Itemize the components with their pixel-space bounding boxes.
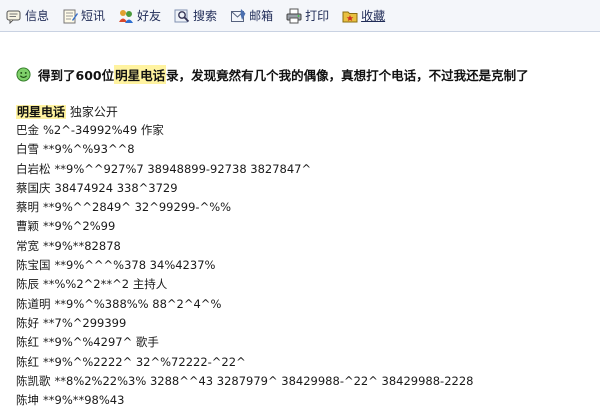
entry-info: **8%2%22%3% 3288^^43 3287979^ 38429988-^… xyxy=(54,373,474,388)
entry-name: 陈辰 xyxy=(16,277,39,292)
entry-name: 白岩松 xyxy=(16,161,51,176)
section-title-highlight: 明星电话 xyxy=(16,105,67,119)
toolbar-mailbox-button[interactable]: 邮箱 xyxy=(230,7,273,24)
toolbar-print-button[interactable]: 打印 xyxy=(286,7,329,24)
entry-name: 陈红 xyxy=(16,354,39,369)
toolbar-search-button[interactable]: 搜索 xyxy=(174,7,217,24)
list-item: 陈道明 **9%^%388%% 88^2^4^% xyxy=(16,295,473,314)
entry-name: 曹颖 xyxy=(16,219,39,234)
entry-info: **9%^%93^^8 xyxy=(43,142,135,157)
entry-name: 陈坤 xyxy=(16,393,39,408)
toolbar-print-label: 打印 xyxy=(305,9,330,23)
list-item: 蔡国庆 38474924 338^3729 xyxy=(16,179,473,198)
list-item: 巴金 %2^-34992%49 作家 xyxy=(16,121,473,140)
section-title: 明星电话 独家公开 xyxy=(16,103,118,120)
notepad-icon xyxy=(63,9,79,23)
post-content: 得到了600位 明星电话 录，发现竟然有几个我的偶像，真想打个电话，不过我还是克制了… xyxy=(0,33,600,409)
entry-name: 陈宝国 xyxy=(16,258,51,273)
list-item: 陈红 **9%^%4297^ 歌手 xyxy=(16,333,473,352)
entry-name: 蔡国庆 xyxy=(16,180,51,195)
entry-name: 白雪 xyxy=(16,142,39,157)
entry-info: **9%^^927%7 38948899-92738 3827847^ xyxy=(54,161,312,176)
toolbar-messages-label: 信息 xyxy=(25,9,50,23)
entry-name: 陈红 xyxy=(16,335,39,350)
entry-info: **9%**82878 xyxy=(43,238,121,253)
entry-info: **9%^%4297^ 歌手 xyxy=(43,335,159,350)
entry-info: 38474924 338^3729 xyxy=(54,180,178,195)
toolbar-bookmark-label: 收藏 xyxy=(361,9,386,23)
list-item: 陈坤 **9%**98%43 xyxy=(16,391,473,410)
friends-icon xyxy=(119,9,134,23)
list-item: 陈好 **7%^299399 xyxy=(16,314,473,333)
list-item: 陈凯歌 **8%2%22%3% 3288^^43 3287979^ 3842998… xyxy=(16,372,473,391)
entry-name: 陈好 xyxy=(16,315,39,330)
list-item: 陈宝国 **9%^^^%378 34%4237% xyxy=(16,256,473,275)
entry-info: **%%2^2**^2 主持人 xyxy=(43,277,168,292)
post-headline: 得到了600位 明星电话 录，发现竟然有几个我的偶像，真想打个电话，不过我还是克制了 xyxy=(16,65,529,84)
toolbar-short-message-button[interactable]: 短讯 xyxy=(62,7,105,24)
toolbar-bookmark-button[interactable]: 收藏 xyxy=(342,7,385,24)
printer-icon xyxy=(286,8,302,23)
toolbar-friends-label: 好友 xyxy=(137,9,162,23)
entry-name: 蔡明 xyxy=(16,200,39,215)
top-toolbar: 信息 短讯 好友 搜索 邮箱 打印 收藏 xyxy=(0,0,600,32)
list-item: 陈辰 **%%2^2**^2 主持人 xyxy=(16,275,473,294)
headline-text-before: 得到了600位 xyxy=(38,68,115,83)
entry-list: 巴金 %2^-34992%49 作家 白雪 **9%^%93^^8 白岩松 **9%^^9… xyxy=(16,121,473,410)
smiley-icon xyxy=(16,67,31,82)
toolbar-messages-button[interactable]: 信息 xyxy=(6,7,49,24)
entry-info: **9%^2%99 xyxy=(43,219,116,234)
toolbar-search-label: 搜索 xyxy=(193,9,218,23)
entry-name: 陈道明 xyxy=(16,296,51,311)
bookmark-icon xyxy=(342,11,358,22)
list-item: 陈红 **9%^%2222^ 32^%72222-^22^ xyxy=(16,353,473,372)
entry-info: %2^-34992%49 作家 xyxy=(43,123,164,137)
list-item: 常宽 **9%**82878 xyxy=(16,237,473,256)
section-title-rest: 独家公开 xyxy=(69,105,118,119)
toolbar-mailbox-label: 邮箱 xyxy=(249,9,274,23)
entry-info: **9%^^^%378 34%4237% xyxy=(54,258,216,273)
entry-info: **7%^299399 xyxy=(43,315,127,330)
headline-text-after: 录，发现竟然有几个我的偶像，真想打个电话，不过我还是克制了 xyxy=(166,68,529,83)
entry-info: **9%^%2222^ 32^%72222-^22^ xyxy=(43,354,246,369)
toolbar-short-message-label: 短讯 xyxy=(81,9,106,23)
list-item: 蔡明 **9%^^2849^ 32^99299-^%% xyxy=(16,198,473,217)
message-icon xyxy=(6,10,21,24)
toolbar-friends-button[interactable]: 好友 xyxy=(118,7,161,24)
entry-info: **9%**98%43 xyxy=(43,393,125,408)
entry-name: 巴金 xyxy=(16,123,39,137)
mailbox-icon xyxy=(231,8,246,22)
list-item: 白雪 **9%^%93^^8 xyxy=(16,140,473,159)
headline-highlight: 明星电话 xyxy=(114,65,167,84)
list-item: 曹颖 **9%^2%99 xyxy=(16,217,473,236)
entry-name: 陈凯歌 xyxy=(16,373,51,388)
entry-info: **9%^^2849^ 32^99299-^%% xyxy=(43,200,232,215)
list-item: 白岩松 **9%^^927%7 38948899-92738 3827847^ xyxy=(16,160,473,179)
search-icon xyxy=(174,9,190,22)
entry-name: 常宽 xyxy=(16,238,39,253)
entry-info: **9%^%388%% 88^2^4^% xyxy=(54,296,222,311)
